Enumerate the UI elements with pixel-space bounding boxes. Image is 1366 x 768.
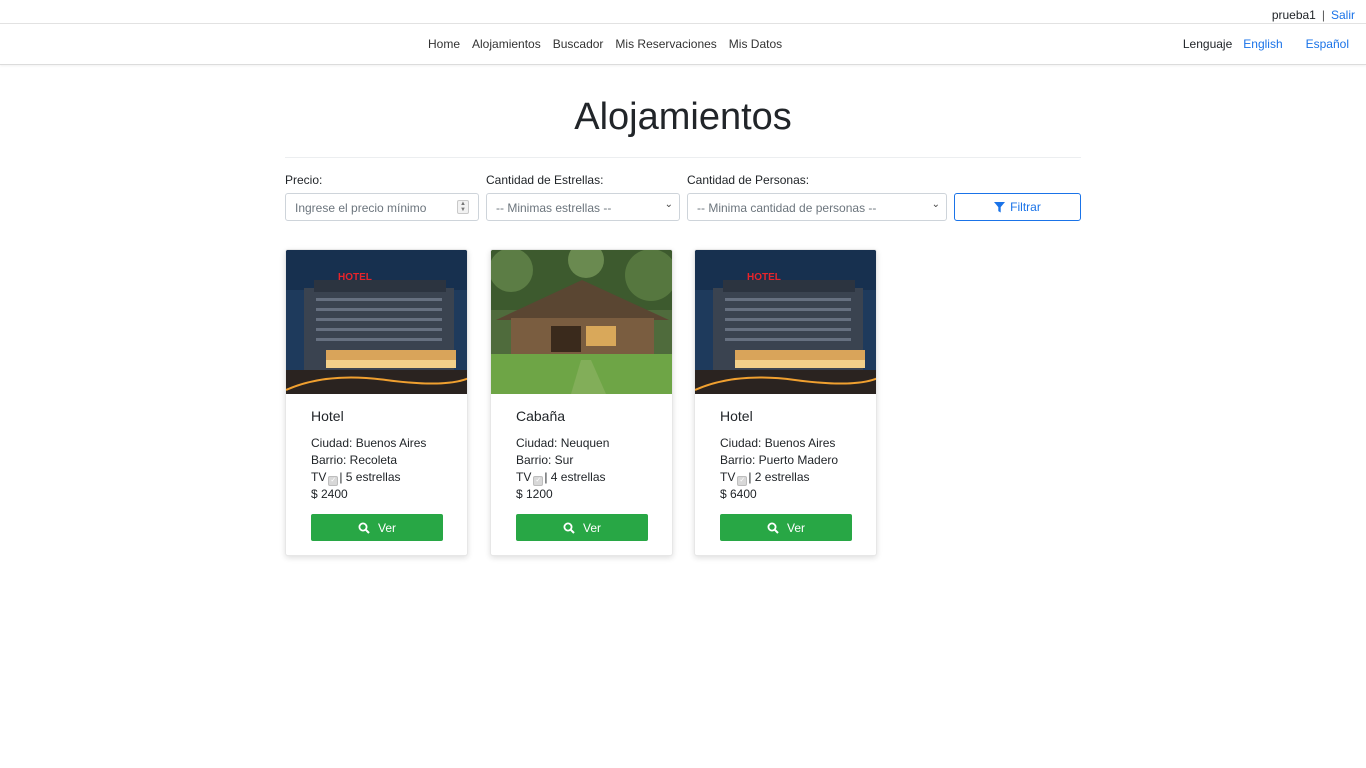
view-button[interactable]: Ver (516, 514, 648, 541)
view-button-label: Ver (582, 520, 601, 535)
card-stars: | 2 estrellas (748, 470, 810, 484)
title-divider (285, 157, 1081, 158)
language-label: Lenguaje (1182, 37, 1233, 51)
card-city: Ciudad: Buenos Aires (720, 436, 836, 450)
card-barrio: Barrio: Puerto Madero (720, 453, 839, 467)
card-city: Ciudad: Buenos Aires (311, 436, 427, 450)
checkbox-checked-icon: ✓ (737, 476, 748, 486)
card-title: Hotel (311, 408, 344, 424)
card-price: $ 2400 (311, 487, 348, 501)
nav-mis-datos[interactable]: Mis Datos (729, 37, 782, 51)
card-amenities: TV ✓ | 4 estrellas (516, 470, 606, 486)
price-input-placeholder: Ingrese el precio mínimo (295, 201, 427, 215)
card-tv-label: TV (720, 470, 736, 484)
card-barrio: Barrio: Recoleta (311, 453, 398, 467)
language-english-link[interactable]: English (1243, 37, 1282, 51)
page-title: Alojamientos (574, 96, 792, 138)
chevron-down-icon: ⌄ (664, 199, 673, 210)
stars-select[interactable]: -- Minimas estrellas -- ⌄ (486, 193, 680, 221)
user-separator: | (1321, 8, 1325, 22)
view-button[interactable]: Ver (311, 514, 443, 541)
cabin-image (491, 250, 672, 394)
main-navbar: Home Alojamientos Buscador Mis Reservaci… (0, 24, 1366, 65)
view-button-label: Ver (786, 520, 805, 535)
view-button-label: Ver (377, 520, 396, 535)
card-stars: | 4 estrellas (544, 470, 606, 484)
view-button[interactable]: Ver (720, 514, 852, 541)
card-price: $ 6400 (720, 487, 757, 501)
username: prueba1 (1271, 8, 1316, 22)
card-tv-label: TV (311, 470, 327, 484)
search-icon (358, 522, 370, 534)
search-icon (767, 522, 779, 534)
card-amenities: TV ✓ | 5 estrellas (311, 470, 401, 486)
hotel-sign-text: HOTEL (747, 272, 781, 283)
language-switcher: Lenguaje English Español (1183, 37, 1349, 51)
people-select-value: -- Minima cantidad de personas -- (697, 201, 877, 215)
stars-label: Cantidad de Estrellas: (486, 173, 604, 187)
nav-buscador[interactable]: Buscador (553, 37, 604, 51)
nav-links: Home Alojamientos Buscador Mis Reservaci… (428, 37, 782, 51)
language-spanish-link[interactable]: Español (1306, 37, 1349, 51)
card-title: Cabaña (516, 408, 566, 424)
accommodation-card: Cabaña Ciudad: Neuquen Barrio: Sur TV ✓ | … (490, 249, 673, 556)
card-barrio: Barrio: Sur (516, 453, 574, 467)
card-city: Ciudad: Neuquen (516, 436, 610, 450)
hotel-image: HOTEL (695, 250, 876, 394)
number-spinner-icon[interactable]: ▲ ▼ (457, 200, 469, 214)
search-icon (563, 522, 575, 534)
checkbox-checked-icon: ✓ (533, 476, 544, 486)
card-stars: | 5 estrellas (339, 470, 401, 484)
accommodation-card: HOTEL Hotel Ciudad: Buenos Aires Barrio:… (285, 249, 468, 556)
accommodation-card: HOTEL Hotel Ciudad: Buenos Aires Barrio:… (694, 249, 877, 556)
card-amenities: TV ✓ | 2 estrellas (720, 470, 810, 486)
people-label: Cantidad de Personas: (687, 173, 810, 187)
nav-alojamientos[interactable]: Alojamientos (472, 37, 541, 51)
nav-mis-reservaciones[interactable]: Mis Reservaciones (615, 37, 716, 51)
filter-button[interactable]: Filtrar (954, 193, 1081, 221)
nav-home[interactable]: Home (428, 37, 460, 51)
card-tv-label: TV (516, 470, 532, 484)
price-input[interactable]: Ingrese el precio mínimo ▲ ▼ (285, 193, 479, 221)
user-area: prueba1 | Salir (1272, 8, 1355, 22)
card-price: $ 1200 (516, 487, 553, 501)
stars-select-value: -- Minimas estrellas -- (496, 201, 612, 215)
price-label: Precio: (285, 173, 323, 187)
filter-button-label: Filtrar (1010, 200, 1041, 214)
top-user-bar: prueba1 | Salir (0, 0, 1366, 24)
logout-link[interactable]: Salir (1331, 8, 1355, 22)
people-select[interactable]: -- Minima cantidad de personas -- ⌄ (687, 193, 947, 221)
chevron-down-icon: ⌄ (931, 199, 940, 210)
hotel-sign-text: HOTEL (338, 272, 372, 283)
hotel-image: HOTEL (286, 250, 467, 394)
checkbox-checked-icon: ✓ (328, 476, 339, 486)
card-title: Hotel (720, 408, 753, 424)
filter-icon (994, 201, 1006, 213)
